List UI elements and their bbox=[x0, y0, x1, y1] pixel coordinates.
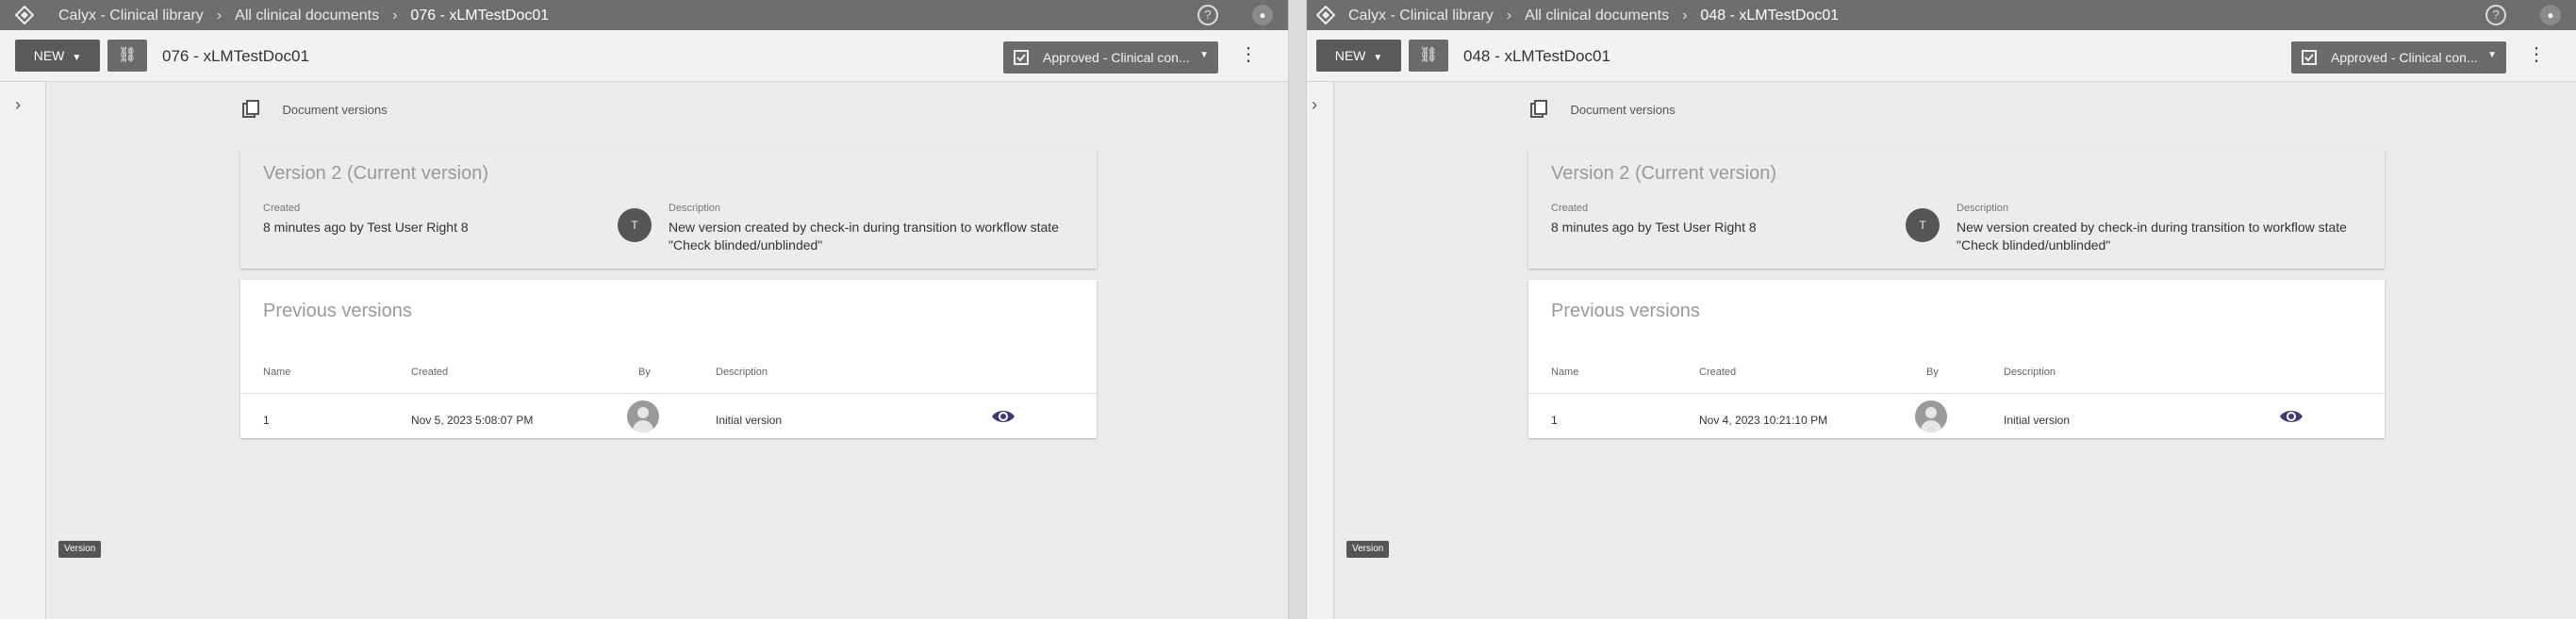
description-value: New version created by check-in during t… bbox=[669, 220, 1059, 252]
cell-name: 1 bbox=[1551, 414, 1558, 427]
created-value: 8 minutes ago by Test User Right 8 bbox=[1551, 220, 1757, 235]
chevron-right-icon[interactable]: › bbox=[15, 95, 21, 115]
avatar bbox=[627, 400, 659, 432]
new-button-label: NEW bbox=[33, 48, 65, 63]
cell-created: Nov 5, 2023 5:08:07 PM bbox=[411, 414, 534, 427]
side-rail: › bbox=[0, 82, 46, 619]
column-header-by: By bbox=[1926, 367, 1939, 378]
document-toolbar: NEW ▼ ⛓ 048 - xLMTestDoc01 Approved - Cli… bbox=[1288, 30, 2576, 82]
column-header-description: Description bbox=[716, 367, 768, 378]
row-divider bbox=[240, 393, 1097, 394]
document-versions-header: Document versions bbox=[240, 99, 388, 127]
more-vert-icon[interactable]: ⋮ bbox=[2527, 45, 2546, 64]
help-icon[interactable]: ? bbox=[1197, 5, 1218, 25]
new-button[interactable]: NEW ▼ bbox=[1316, 40, 1401, 72]
status-icon bbox=[1014, 50, 1029, 65]
status-button[interactable]: Approved - Clinical con... ▼ bbox=[1003, 41, 1218, 73]
row-divider bbox=[1528, 393, 2385, 394]
logo-icon[interactable] bbox=[1316, 6, 1335, 24]
link-icon[interactable]: ⛓ bbox=[1409, 40, 1448, 72]
previous-versions-card: Previous versions Name Created By Descri… bbox=[1528, 280, 2385, 438]
cell-description: Initial version bbox=[716, 414, 783, 427]
description-label: Description bbox=[1957, 203, 2009, 214]
column-header-by: By bbox=[638, 367, 651, 378]
chevron-down-icon: ▼ bbox=[72, 53, 82, 63]
cell-description: Initial version bbox=[2004, 414, 2071, 427]
column-header-created: Created bbox=[1699, 367, 1737, 378]
eye-icon[interactable] bbox=[2279, 404, 2304, 429]
left-pane: Calyx - Clinical library › All clinical do… bbox=[0, 0, 1288, 619]
chevron-down-icon: ▼ bbox=[2487, 50, 2497, 60]
new-button[interactable]: NEW ▼ bbox=[15, 40, 100, 72]
eye-icon[interactable] bbox=[991, 404, 1016, 429]
chevron-down-icon: ▼ bbox=[1199, 50, 1209, 60]
column-header-description: Description bbox=[2004, 367, 2056, 378]
avatar bbox=[1915, 400, 1947, 432]
created-label: Created bbox=[263, 203, 301, 214]
column-header-created: Created bbox=[411, 367, 449, 378]
previous-versions-heading: Previous versions bbox=[1551, 301, 1700, 321]
description-value: New version created by check-in during t… bbox=[1957, 220, 2347, 252]
breadcrumb: Calyx - Clinical library › All clinical do… bbox=[58, 8, 550, 24]
help-icon[interactable]: ? bbox=[2485, 5, 2506, 25]
current-version-card: Version 2 (Current version) Created 8 mi… bbox=[240, 150, 1097, 269]
description-label: Description bbox=[669, 203, 721, 214]
breadcrumb-all-documents[interactable]: All clinical documents bbox=[235, 8, 379, 24]
user-icon[interactable]: ● bbox=[2540, 5, 2561, 25]
status-icon bbox=[2302, 50, 2317, 65]
column-header-name: Name bbox=[263, 367, 291, 378]
top-bar: Calyx - Clinical library › All clinical do… bbox=[0, 0, 1288, 30]
section-label: Document versions bbox=[282, 102, 388, 117]
chevron-right-icon[interactable]: › bbox=[1312, 95, 1317, 115]
created-label: Created bbox=[1551, 203, 1589, 214]
document-toolbar: NEW ▼ ⛓ 076 - xLMTestDoc01 Approved - Cli… bbox=[0, 30, 1288, 82]
split-divider[interactable] bbox=[1288, 0, 1307, 619]
cell-name: 1 bbox=[263, 414, 270, 427]
cell-created: Nov 4, 2023 10:21:10 PM bbox=[1699, 414, 1828, 427]
side-rail: › bbox=[1307, 82, 1334, 619]
version-pill[interactable]: Version bbox=[1346, 541, 1390, 558]
user-icon[interactable]: ● bbox=[1252, 5, 1273, 25]
current-version-card: Version 2 (Current version) Created 8 mi… bbox=[1528, 150, 2385, 269]
current-version-heading: Version 2 (Current version) bbox=[1551, 163, 1776, 184]
more-vert-icon[interactable]: ⋮ bbox=[1239, 45, 1258, 64]
created-value: 8 minutes ago by Test User Right 8 bbox=[263, 220, 469, 235]
breadcrumb-all-documents[interactable]: All clinical documents bbox=[1525, 8, 1669, 24]
document-versions-icon bbox=[1530, 100, 1547, 118]
current-version-heading: Version 2 (Current version) bbox=[263, 163, 488, 184]
document-title: 076 - xLMTestDoc01 bbox=[162, 47, 309, 65]
chevron-down-icon: ▼ bbox=[1373, 53, 1383, 63]
breadcrumb-library[interactable]: Calyx - Clinical library bbox=[58, 8, 204, 24]
status-label: Approved - Clinical con... bbox=[1043, 50, 1190, 65]
document-versions-icon bbox=[242, 100, 259, 118]
document-title: 048 - xLMTestDoc01 bbox=[1463, 47, 1610, 65]
document-versions-header: Document versions bbox=[1528, 99, 1676, 127]
breadcrumb: Calyx - Clinical library › All clinical do… bbox=[1348, 8, 1840, 24]
version-pill[interactable]: Version bbox=[58, 541, 102, 558]
logo-icon[interactable] bbox=[15, 6, 34, 24]
previous-versions-card: Previous versions Name Created By Descri… bbox=[240, 280, 1097, 438]
new-button-label: NEW bbox=[1334, 48, 1366, 63]
avatar: T bbox=[1906, 208, 1940, 242]
breadcrumb-current: 048 - xLMTestDoc01 bbox=[1700, 8, 1840, 24]
status-label: Approved - Clinical con... bbox=[2331, 50, 2478, 65]
right-pane: Calyx - Clinical library › All clinical do… bbox=[1288, 0, 2576, 619]
section-label: Document versions bbox=[1570, 102, 1676, 117]
avatar: T bbox=[618, 208, 652, 242]
breadcrumb-library[interactable]: Calyx - Clinical library bbox=[1348, 8, 1494, 24]
top-bar: Calyx - Clinical library › All clinical do… bbox=[1288, 0, 2576, 30]
column-header-name: Name bbox=[1551, 367, 1579, 378]
previous-versions-heading: Previous versions bbox=[263, 301, 412, 321]
breadcrumb-current: 076 - xLMTestDoc01 bbox=[410, 8, 550, 24]
link-icon[interactable]: ⛓ bbox=[107, 40, 147, 72]
status-button[interactable]: Approved - Clinical con... ▼ bbox=[2291, 41, 2506, 73]
